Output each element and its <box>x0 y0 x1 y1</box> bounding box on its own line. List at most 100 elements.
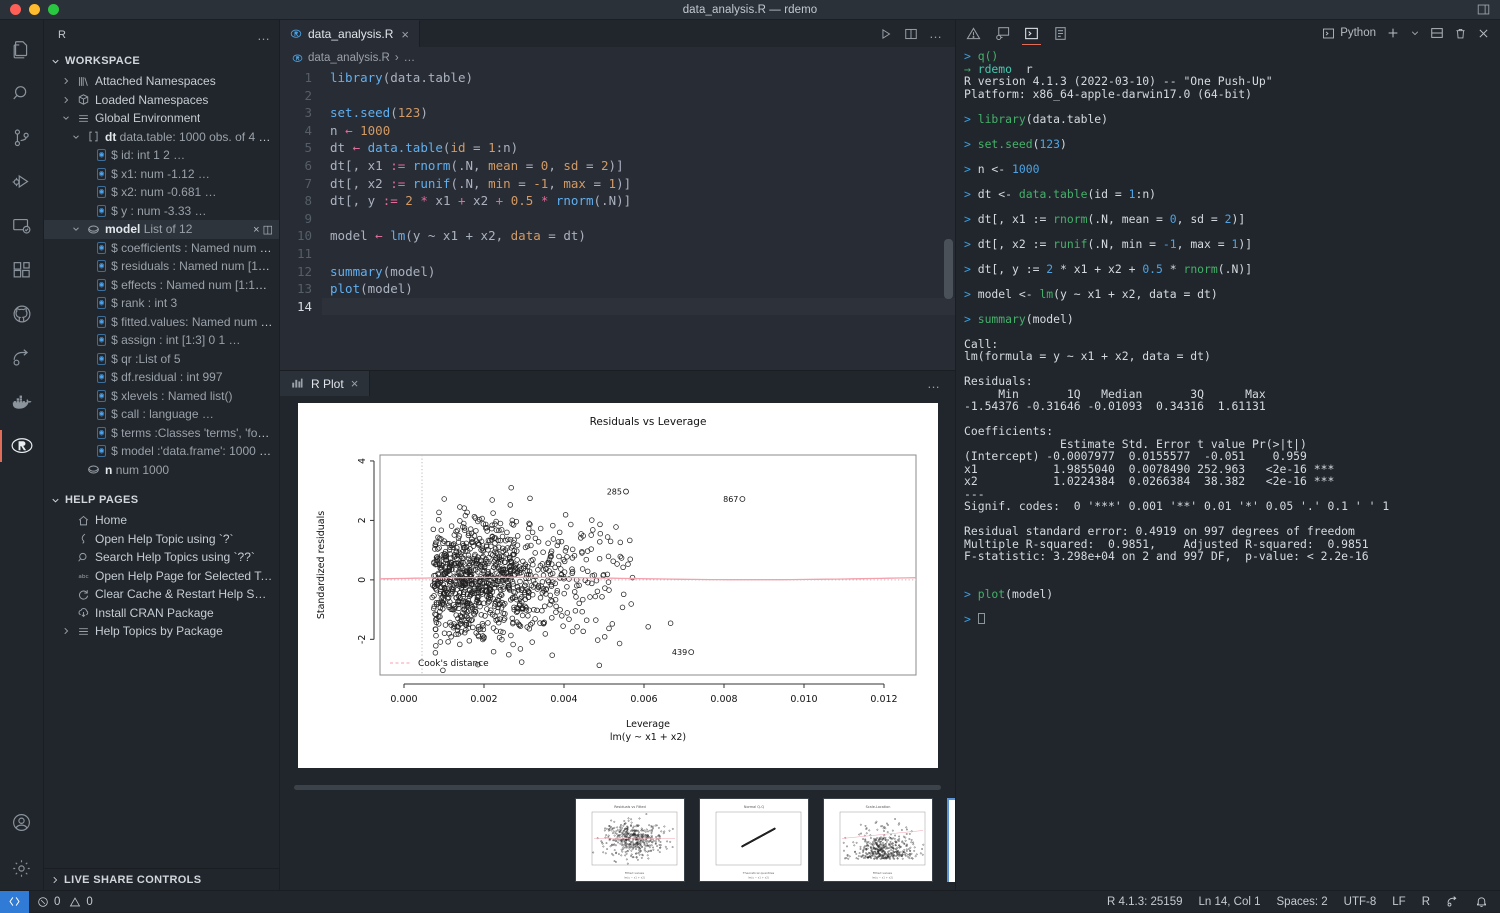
plot-thumbnail[interactable]: Normal Q-Q Theoretical quantiles lm(y ~ x1… <box>699 798 809 882</box>
new-terminal-icon[interactable] <box>1386 26 1400 40</box>
activity-source-control-icon[interactable] <box>0 116 44 160</box>
workspace-item[interactable]: ◉ $ model :'data.frame': 1000 obs. … <box>44 442 279 461</box>
panel-tab-output[interactable] <box>995 20 1010 46</box>
section-help-pages[interactable]: HELP PAGES <box>44 489 279 511</box>
workspace-item[interactable]: ◉ $ fitted.values: Named num [1:10… <box>44 313 279 332</box>
workspace-item[interactable]: ◉ $ rank : int 3 <box>44 294 279 313</box>
activity-remote-icon[interactable] <box>0 204 44 248</box>
activity-live-share-icon[interactable] <box>0 336 44 380</box>
section-workspace[interactable]: WORKSPACE <box>44 50 279 72</box>
kill-terminal-icon[interactable] <box>1454 27 1467 40</box>
workspace-item[interactable]: ◉ $ residuals : Named num [1:1000… <box>44 257 279 276</box>
twisty-collapsed[interactable] <box>60 76 72 86</box>
workspace-item[interactable]: n num 1000 <box>44 461 279 480</box>
twisty-expanded[interactable] <box>60 113 72 123</box>
plot-thumbnail[interactable]: Scale-Location Fitted values lm(y ~ x1 + x… <box>823 798 933 882</box>
twisty-collapsed[interactable] <box>60 95 72 105</box>
workspace-item[interactable]: ◉ $ coefficients : Named num [1:3]… <box>44 239 279 258</box>
activity-gear-icon[interactable] <box>0 846 44 890</box>
activity-explorer-icon[interactable] <box>0 28 44 72</box>
code-line[interactable]: model ← lm(y ~ x1 + x2, data = dt) <box>322 227 955 245</box>
sidebar-more-actions[interactable]: … <box>257 28 271 43</box>
workspace-item[interactable]: ◉ $ call : language … <box>44 405 279 424</box>
activity-github-icon[interactable] <box>0 292 44 336</box>
breadcrumb-file[interactable]: data_analysis.R <box>308 52 390 64</box>
section-live-share-controls[interactable]: LIVE SHARE CONTROLS <box>44 868 279 890</box>
help-item[interactable]: Help Topics by Package <box>44 622 279 641</box>
workspace-item[interactable]: ◉ $ terms :Classes 'terms', 'formul… <box>44 424 279 443</box>
code-line[interactable]: dt[, x1 := rnorm(.N, mean = 0, sd = 2)] <box>322 157 955 175</box>
workspace-item[interactable]: ◉ $ assign : int [1:3] 0 1 … <box>44 331 279 350</box>
editor-scrollbar[interactable] <box>944 239 953 299</box>
help-item[interactable]: Open Help Topic using `?` <box>44 530 279 549</box>
help-item[interactable]: abc Open Help Page for Selected Text <box>44 567 279 586</box>
activity-r-icon[interactable] <box>0 424 44 468</box>
tab-r-plot[interactable]: R Plot × <box>280 371 371 396</box>
workspace-item[interactable]: ◉ $ y : num -3.33 … <box>44 202 279 221</box>
code-line[interactable]: n ← 1000 <box>322 122 955 140</box>
chevron-down-icon[interactable] <box>1410 28 1420 38</box>
activity-search-icon[interactable] <box>0 72 44 116</box>
split-terminal-icon[interactable] <box>1430 26 1444 40</box>
workspace-item[interactable]: ◉ $ x1: num -1.12 … <box>44 165 279 184</box>
code-line[interactable] <box>322 297 955 316</box>
code-line[interactable]: dt[, y := 2 * x1 + x2 + 0.5 * rnorm(.N)] <box>322 192 955 210</box>
status-live-share-icon[interactable] <box>1438 891 1467 913</box>
help-item[interactable]: Search Help Topics using `??` <box>44 548 279 567</box>
workspace-item[interactable]: ◉ $ effects : Named num [1:1000] -… <box>44 276 279 295</box>
status-bell-icon[interactable] <box>1467 891 1496 913</box>
status-r-version[interactable]: R 4.1.3: 25159 <box>1099 891 1190 913</box>
workspace-item[interactable]: ◉ $ qr :List of 5 <box>44 350 279 369</box>
activity-docker-icon[interactable] <box>0 380 44 424</box>
activity-account-icon[interactable] <box>0 802 44 846</box>
workspace-item[interactable]: ◉ $ df.residual : int 997 <box>44 368 279 387</box>
status-problems[interactable]: 0 0 <box>29 891 101 913</box>
panel-tab-terminal[interactable] <box>1022 20 1041 46</box>
code-editor[interactable]: 1 2 3 4 5 6 7 8 9 10 11 12 13 14 library(data.table) … <box>280 69 955 370</box>
r-console-output[interactable]: > q() → rdemo rR version 4.1.3 (2022-03-1… <box>956 46 1500 890</box>
code-line[interactable] <box>322 87 955 105</box>
code-line[interactable]: dt[, x2 := runif(.N, min = -1, max = 1)] <box>322 175 955 193</box>
breadcrumb-tail[interactable]: … <box>404 52 416 64</box>
twisty-expanded[interactable] <box>70 224 82 234</box>
breadcrumb[interactable]: data_analysis.R › … <box>280 47 955 69</box>
code-line[interactable]: dt ← data.table(id = 1:n) <box>322 139 955 157</box>
workspace-item[interactable]: dt data.table: 1000 obs. of 4 varia… <box>44 128 279 147</box>
more-actions-icon[interactable]: … <box>929 26 943 41</box>
help-item[interactable]: Home <box>44 511 279 530</box>
code-line[interactable]: library(data.table) <box>322 69 955 87</box>
workspace-item[interactable]: ◉ $ x2: num -0.681 … <box>44 183 279 202</box>
status-indentation[interactable]: Spaces: 2 <box>1269 891 1336 913</box>
panel-tab-problems[interactable] <box>966 20 981 46</box>
code-content[interactable]: library(data.table) set.seed(123) n ← 100… <box>322 69 955 316</box>
close-panel-icon[interactable] <box>1477 27 1490 40</box>
twisty-collapsed[interactable] <box>60 626 72 636</box>
activity-run-debug-icon[interactable] <box>0 160 44 204</box>
code-line[interactable] <box>322 245 955 263</box>
run-icon[interactable] <box>879 27 893 41</box>
workspace-item[interactable]: ◉ $ id: int 1 2 … <box>44 146 279 165</box>
code-line[interactable]: set.seed(123) <box>322 104 955 122</box>
status-eol[interactable]: LF <box>1384 891 1413 913</box>
workspace-item[interactable]: Loaded Namespaces <box>44 91 279 110</box>
workspace-item[interactable]: Attached Namespaces <box>44 72 279 91</box>
workspace-item-actions[interactable]: × ◫ <box>253 223 273 236</box>
workspace-item[interactable]: model List of 12 × ◫ <box>44 220 279 239</box>
tab-close-icon[interactable]: × <box>401 27 409 42</box>
status-encoding[interactable]: UTF-8 <box>1336 891 1385 913</box>
plot-more-actions[interactable]: … <box>913 371 955 396</box>
remote-indicator[interactable] <box>0 890 29 913</box>
plot-tab-close-icon[interactable]: × <box>351 376 359 391</box>
code-line[interactable]: summary(model) <box>322 263 955 281</box>
panel-tab-debug-console[interactable] <box>1053 20 1068 46</box>
plot-thumbnail[interactable]: Residuals vs Fitted Fitted values lm(y ~ x… <box>575 798 685 882</box>
help-item[interactable]: Clear Cache & Restart Help Server <box>44 585 279 604</box>
status-language-mode[interactable]: R <box>1414 891 1438 913</box>
toggle-layout-icon[interactable] <box>1477 3 1490 16</box>
split-editor-icon[interactable] <box>904 27 918 41</box>
activity-extensions-icon[interactable] <box>0 248 44 292</box>
terminal-profile-selector[interactable]: Python <box>1322 27 1376 40</box>
code-line[interactable] <box>322 210 955 228</box>
status-cursor-position[interactable]: Ln 14, Col 1 <box>1191 891 1269 913</box>
code-line[interactable]: plot(model) <box>322 280 955 298</box>
